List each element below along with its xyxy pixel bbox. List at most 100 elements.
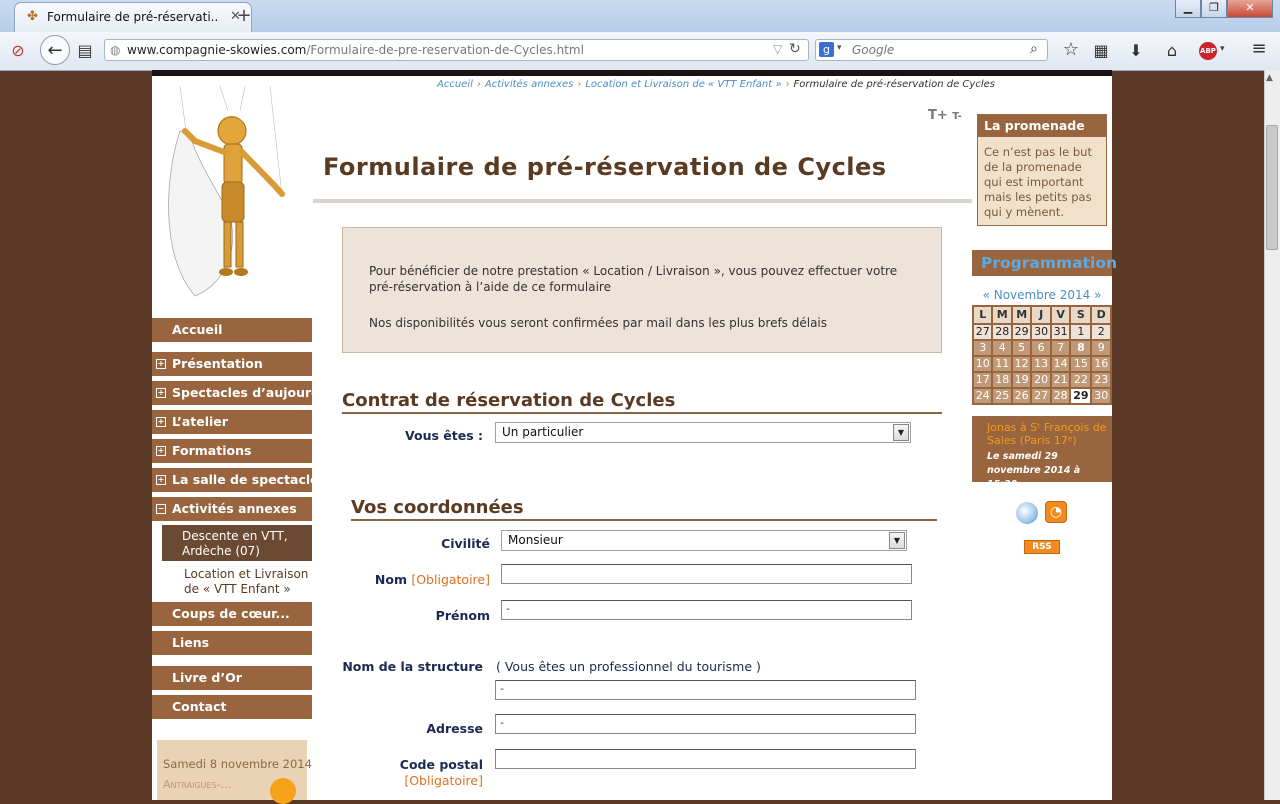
adblock-icon[interactable]: ABP (1199, 42, 1217, 60)
vous-etes-select[interactable]: Un particulier ▼ (495, 422, 911, 443)
library-icon[interactable]: ▤ (75, 41, 95, 60)
dropdown-arrow-icon[interactable]: ▽ (773, 42, 782, 56)
expand-icon: + (156, 446, 166, 456)
calendar-day[interactable]: 30 (1032, 325, 1050, 339)
menu-icon[interactable]: ≡ (1249, 38, 1269, 59)
civilite-select[interactable]: Monsieur ▼ (501, 530, 907, 551)
sidebar-item-0[interactable]: Accueil (152, 318, 312, 342)
breadcrumb-separator: › (476, 79, 481, 90)
calendar-day[interactable]: 1 (1071, 325, 1091, 339)
date-weather-box: Samedi 8 novembre 2014 Antraigues-... (157, 740, 312, 804)
calendar-day[interactable]: 4 (993, 341, 1011, 355)
sidebar-item-label: Liens (172, 635, 210, 650)
calendar-day[interactable]: 12 (1012, 357, 1031, 371)
minimize-button[interactable]: ▁ (1175, 0, 1201, 18)
calendar-day[interactable]: 2 (1092, 325, 1110, 339)
calendar-day[interactable]: 3 (974, 341, 992, 355)
calendar-day[interactable]: 30 (1092, 389, 1110, 403)
calendar-day-event[interactable]: 8 (1071, 341, 1091, 355)
text-size-increase[interactable]: T+ (928, 108, 948, 123)
submenu-item-location-vtt[interactable]: Location et Livraison de « VTT Enfant » (184, 567, 312, 597)
browser-tab-active[interactable]: ✤ Formulaire de pré-réservati... ✕ (14, 2, 252, 32)
calendar-day[interactable]: 27 (1032, 389, 1050, 403)
no-script-icon[interactable]: ⊘ (8, 41, 28, 60)
calendar-day-today[interactable]: 29 (1071, 389, 1091, 403)
sidebar-item-10[interactable]: Contact (152, 695, 312, 719)
breadcrumb-accueil[interactable]: Accueil (437, 79, 473, 90)
calendar-day[interactable]: 5 (1012, 341, 1031, 355)
submenu-item-descente-vtt[interactable]: Descente en VTT, Ardèche (07) (162, 525, 312, 561)
calendar-day[interactable]: 18 (993, 373, 1011, 387)
adblock-dropdown-icon[interactable]: ▾ (1220, 44, 1225, 54)
collapse-icon: − (156, 504, 166, 514)
calendar-day[interactable]: 17 (974, 373, 992, 387)
download-icon[interactable]: ⬇ (1126, 41, 1146, 60)
sidebar-item-7[interactable]: Coups de cœur... (152, 602, 312, 626)
calendar-day[interactable]: 19 (1012, 373, 1031, 387)
calendar-day[interactable]: 7 (1051, 341, 1070, 355)
promenade-heading: La promenade (978, 115, 1106, 137)
rss-badge[interactable]: RSS (1024, 540, 1060, 554)
sidebar-item-5[interactable]: + La salle de spectacle (152, 468, 312, 492)
calendar-day[interactable]: 25 (993, 389, 1011, 403)
calendar-day[interactable]: 6 (1032, 341, 1050, 355)
search-icon[interactable]: ⌕ (1030, 41, 1038, 57)
event-title[interactable]: Jonas à Sᵗ François de Sales (Paris 17ᵉ) (987, 421, 1109, 447)
calendar-day[interactable]: 13 (1032, 357, 1050, 371)
sidebar-item-6[interactable]: − Activités annexes (152, 497, 312, 521)
reading-list-icon[interactable]: ▦ (1091, 41, 1111, 60)
calendar-day-header: S (1071, 307, 1091, 323)
calendar-month-nav[interactable]: « Novembre 2014 » (972, 288, 1112, 302)
calendar-day[interactable]: 29 (1012, 325, 1031, 339)
calendar-day[interactable]: 21 (1051, 373, 1070, 387)
coords-rule (351, 519, 937, 521)
nom-input[interactable] (501, 564, 912, 584)
code-postal-input[interactable] (495, 749, 916, 769)
calendar-day[interactable]: 28 (1051, 389, 1070, 403)
calendar-day[interactable]: 23 (1092, 373, 1110, 387)
calendar-day[interactable]: 9 (1092, 341, 1110, 355)
calendar-day[interactable]: 20 (1032, 373, 1050, 387)
calendar-day[interactable]: 14 (1051, 357, 1070, 371)
scrollbar-thumb[interactable] (1266, 125, 1278, 250)
calendar-day[interactable]: 28 (993, 325, 1011, 339)
new-tab-button[interactable]: + (234, 5, 254, 26)
calendar-day[interactable]: 16 (1092, 357, 1110, 371)
url-bar[interactable]: ◍ www.compagnie-skowies.com/Formulaire-d… (104, 39, 809, 61)
required-tag: [Obligatoire] (411, 572, 490, 587)
sidebar-item-2[interactable]: + Spectacles d’aujourd’hui (152, 381, 312, 405)
sidebar-item-4[interactable]: + Formations (152, 439, 312, 463)
adresse-input[interactable]: - (495, 714, 916, 734)
prenom-input[interactable]: - (501, 600, 912, 620)
structure-input[interactable]: - (495, 680, 916, 700)
calendar-day[interactable]: 22 (1071, 373, 1091, 387)
sidebar-item-3[interactable]: + L’atelier (152, 410, 312, 434)
maximize-button[interactable]: ❐ (1201, 0, 1227, 18)
close-window-button[interactable]: ✕ (1227, 0, 1273, 18)
breadcrumb-activites[interactable]: Activités annexes (485, 79, 573, 90)
sidebar-item-8[interactable]: Liens (152, 631, 312, 655)
sidebar-item-label: Livre d’Or (172, 670, 242, 685)
scroll-up-icon[interactable]: ▲ (1266, 73, 1273, 83)
engine-dropdown-icon[interactable]: ▾ (837, 43, 842, 53)
calendar-day[interactable]: 24 (974, 389, 992, 403)
calendar-day[interactable]: 27 (974, 325, 992, 339)
back-arrow-icon[interactable]: ← (40, 35, 70, 65)
sidebar-item-9[interactable]: Livre d’Or (152, 666, 312, 690)
bookmark-star-icon[interactable]: ☆ (1061, 39, 1081, 60)
calendar-day[interactable]: 10 (974, 357, 992, 371)
breadcrumb-location[interactable]: Location et Livraison de « VTT Enfant » (585, 79, 781, 90)
search-input[interactable]: Google (852, 43, 894, 57)
calendar-export-icon[interactable] (1016, 502, 1038, 524)
reload-icon[interactable]: ↻ (789, 41, 801, 57)
rss-feed-icon[interactable]: ◔ (1045, 501, 1067, 523)
text-size-decrease[interactable]: T- (952, 111, 962, 122)
home-icon[interactable]: ⌂ (1162, 41, 1182, 60)
search-bar[interactable]: g ▾ Google ⌕ (815, 39, 1048, 61)
calendar-day[interactable]: 31 (1051, 325, 1070, 339)
calendar-day[interactable]: 15 (1071, 357, 1091, 371)
calendar-day[interactable]: 11 (993, 357, 1011, 371)
calendar-day[interactable]: 26 (1012, 389, 1031, 403)
sidebar-item-1[interactable]: + Présentation (152, 352, 312, 376)
calendar-day-header: V (1051, 307, 1070, 323)
